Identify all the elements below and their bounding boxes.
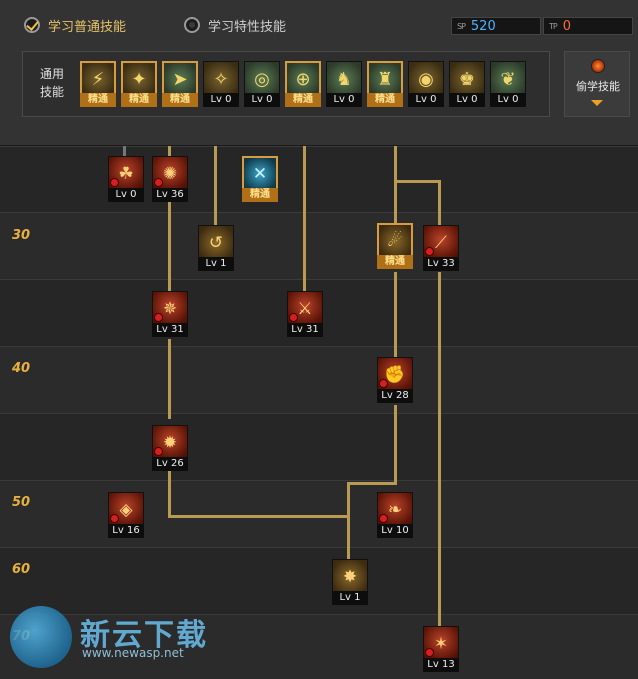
connector-line [394, 405, 397, 485]
tp-icon: TP [549, 21, 558, 31]
connector-line [168, 471, 171, 517]
lock-icon [379, 379, 388, 388]
whirl-icon: ↺ [198, 225, 234, 261]
skill-node-charge[interactable]: ☄ 精通 [377, 223, 413, 273]
skill-node-whirl[interactable]: ↺ Lv 1 [198, 225, 234, 275]
radio-icon [184, 17, 200, 33]
aim-icon: ⊕ [285, 61, 321, 97]
tab-label: 学习特性技能 [208, 19, 287, 35]
connector-line [123, 146, 126, 156]
skill-node-blaze[interactable]: ✹ Lv 26 [152, 425, 188, 475]
strength-icon: ♚ [449, 61, 485, 97]
level-label: 30 [12, 228, 31, 243]
connector-line [394, 146, 397, 224]
connector-line [168, 339, 171, 419]
lock-icon [110, 514, 119, 523]
wing-icon: ✧ [203, 61, 239, 97]
watermark: 新云下载 www.newasp.net [10, 606, 230, 670]
steal-skill-button[interactable]: 偷学技能 [564, 51, 630, 117]
skill-header: 学习普通技能 学习特性技能 SP 520 TP 0 通用技能 ⚡ 精通 ✦ 精通 [0, 0, 638, 146]
lock-icon [379, 514, 388, 523]
hero-icon: ♜ [367, 61, 403, 97]
connector-line [303, 146, 306, 292]
crystal-icon: ✕ [242, 156, 278, 192]
charge-icon: ☄ [377, 223, 413, 259]
skill-node-nova[interactable]: ✸ Lv 1 [332, 559, 368, 609]
level-label: 60 [12, 562, 31, 577]
connector-line [347, 482, 350, 559]
common-skill-soldier[interactable]: ♞ Lv 0 [326, 61, 362, 111]
soldier-icon: ♞ [326, 61, 362, 97]
dash-icon: ➤ [162, 61, 198, 97]
skill-node-poison[interactable]: ☘ Lv 0 [108, 156, 144, 206]
tree-row [0, 480, 638, 547]
skill-window: 学习普通技能 学习特性技能 SP 520 TP 0 通用技能 ⚡ 精通 ✦ 精通 [0, 0, 638, 679]
skill-node-strike[interactable]: ⚔ Lv 31 [287, 291, 323, 341]
connector-line [168, 515, 350, 518]
kick-icon: ⚡ [80, 61, 116, 97]
watermark-logo-icon [10, 606, 72, 668]
skill-tree[interactable]: 30 40 50 60 70 ☘ Lv 0 ✺ Lv 36 [0, 146, 638, 679]
lock-icon [154, 447, 163, 456]
skill-node-claw[interactable]: ⟋ Lv 33 [423, 225, 459, 275]
tree-row [0, 212, 638, 279]
common-skill-spirit[interactable]: ❦ Lv 0 [490, 61, 526, 111]
common-skill-strength[interactable]: ♚ Lv 0 [449, 61, 485, 111]
connector-line [347, 482, 397, 485]
connector-line [214, 146, 217, 226]
skill-node-rune[interactable]: ◈ Lv 16 [108, 492, 144, 542]
skill-node-fang[interactable]: ❧ Lv 10 [377, 492, 413, 542]
eye-icon: ◉ [408, 61, 444, 97]
connector-line [438, 272, 441, 626]
connector-line [438, 180, 441, 225]
common-skill-wing[interactable]: ✧ Lv 0 [203, 61, 239, 111]
steal-icon [591, 59, 605, 73]
common-skill-leap[interactable]: ✦ 精通 [121, 61, 157, 111]
common-skills-panel: 通用技能 ⚡ 精通 ✦ 精通 ➤ 精通 ✧ Lv 0 ◎ Lv 0 ⊕ 精通 ♞… [22, 51, 550, 117]
skill-node-crystal[interactable]: ✕ 精通 [242, 156, 278, 206]
lock-icon [425, 648, 434, 657]
common-skills-label: 通用技能 [39, 67, 64, 99]
skill-node-fist[interactable]: ✊ Lv 28 [377, 357, 413, 407]
leap-icon: ✦ [121, 61, 157, 97]
common-skill-dash[interactable]: ➤ 精通 [162, 61, 198, 111]
target-icon: ◎ [244, 61, 280, 97]
tp-counter: TP 0 [543, 17, 633, 35]
tree-row [0, 547, 638, 614]
common-skill-kick[interactable]: ⚡ 精通 [80, 61, 116, 111]
tree-row [0, 346, 638, 413]
common-skill-eye[interactable]: ◉ Lv 0 [408, 61, 444, 111]
level-label: 40 [12, 361, 31, 376]
lock-icon [110, 178, 119, 187]
nova-icon: ✸ [332, 559, 368, 595]
tab-label: 学习普通技能 [48, 19, 127, 35]
skill-node-burst[interactable]: ✵ Lv 31 [152, 291, 188, 341]
skill-node-rampage[interactable]: ✶ Lv 13 [423, 626, 459, 676]
sp-counter: SP 520 [451, 17, 541, 35]
common-skill-aim[interactable]: ⊕ 精通 [285, 61, 321, 111]
sp-value: 520 [470, 18, 496, 34]
checkbox-icon [24, 17, 40, 33]
tp-value: 0 [562, 18, 571, 34]
lock-icon [425, 247, 434, 256]
level-label: 50 [12, 495, 31, 510]
skill-node-flame[interactable]: ✺ Lv 36 [152, 156, 188, 206]
connector-line [394, 180, 441, 183]
tree-row [0, 413, 638, 480]
lock-icon [154, 313, 163, 322]
connector-line [394, 272, 397, 357]
tab-normal-skills[interactable]: 学习普通技能 [24, 14, 126, 36]
tab-trait-skills[interactable]: 学习特性技能 [184, 14, 286, 36]
spirit-icon: ❦ [490, 61, 526, 97]
common-skill-hero[interactable]: ♜ 精通 [367, 61, 403, 111]
tree-row [0, 146, 638, 212]
chevron-down-icon [591, 100, 603, 106]
lock-icon [154, 178, 163, 187]
common-skill-target[interactable]: ◎ Lv 0 [244, 61, 280, 111]
steal-skill-label: 偷学技能 [576, 80, 620, 93]
sp-icon: SP [457, 21, 466, 31]
lock-icon [289, 313, 298, 322]
watermark-url: www.newasp.net [82, 646, 184, 660]
